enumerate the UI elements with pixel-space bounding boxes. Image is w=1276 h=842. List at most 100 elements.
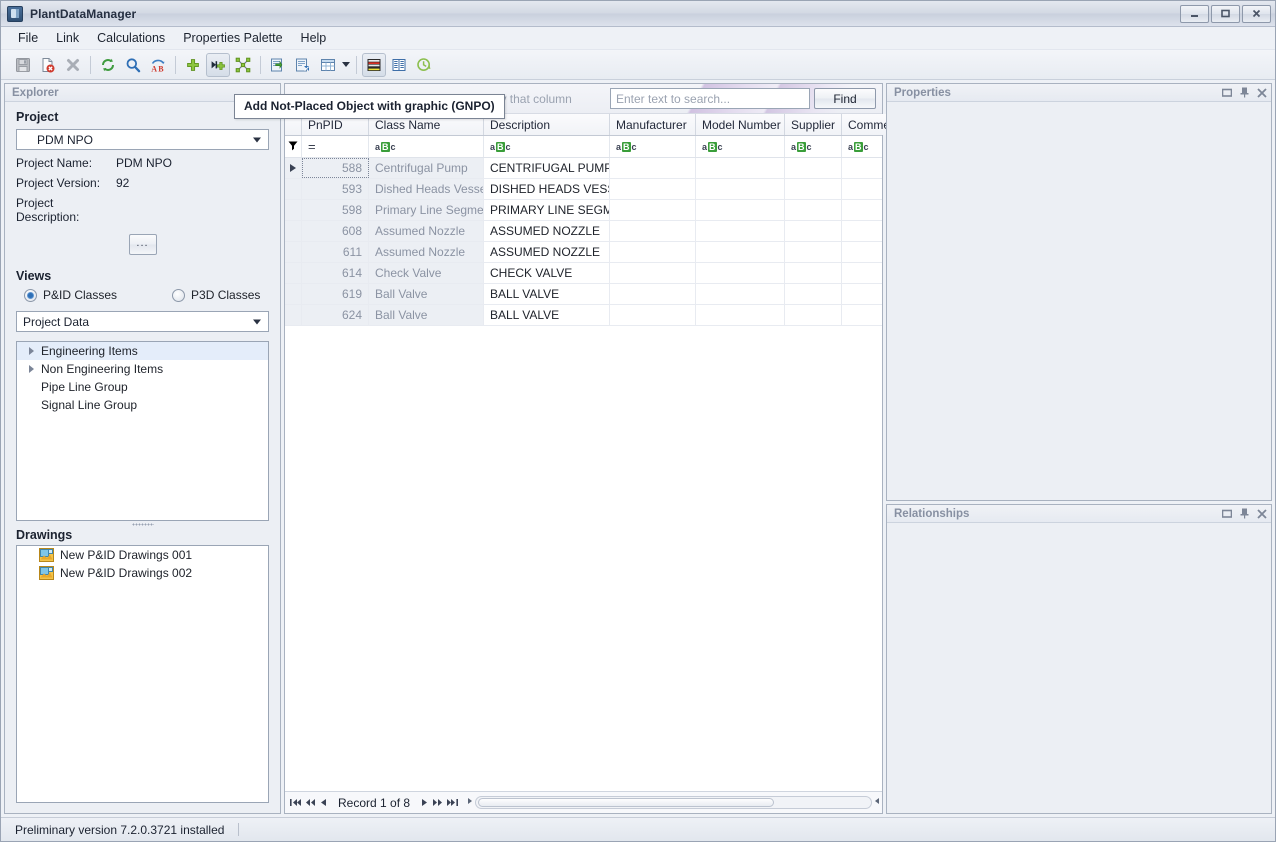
cell-class-name[interactable]: Primary Line Segment [369, 200, 484, 220]
row-indicator-cell[interactable] [285, 305, 302, 325]
table-row[interactable]: 624 Ball Valve BALL VALVE [285, 305, 882, 326]
tree-item-non-engineering-items[interactable]: Non Engineering Items [17, 360, 268, 378]
close-icon[interactable] [1257, 87, 1267, 98]
scroll-left-arrow-icon[interactable] [467, 797, 473, 808]
cell-pnpid[interactable]: 624 [302, 305, 369, 325]
cell-manufacturer[interactable] [610, 284, 696, 304]
filter-supplier[interactable]: aBc [785, 136, 842, 157]
filter-model-number[interactable]: aBc [696, 136, 785, 157]
column-header-manufacturer[interactable]: Manufacturer [610, 114, 696, 135]
cell-pnpid[interactable]: 598 [302, 200, 369, 220]
menu-properties-palette[interactable]: Properties Palette [174, 28, 291, 48]
add-not-placed-object-gnpo-icon[interactable] [206, 52, 230, 77]
cell-supplier[interactable] [785, 284, 842, 304]
import-icon[interactable] [291, 53, 315, 77]
tree-item-signal-line-group[interactable]: Signal Line Group [17, 396, 268, 414]
columns-icon[interactable] [387, 53, 411, 77]
refresh-icon[interactable] [96, 53, 120, 77]
cell-model-number[interactable] [696, 221, 785, 241]
cell-supplier[interactable] [785, 221, 842, 241]
cell-pnpid[interactable]: 588 [302, 158, 369, 178]
row-indicator-cell[interactable] [285, 221, 302, 241]
grid-body[interactable]: 588 Centrifugal Pump CENTRIFUGAL PUMP 593 Di… [285, 158, 882, 791]
filter-description[interactable]: aBc [484, 136, 610, 157]
save-icon[interactable] [11, 53, 35, 77]
column-header-model-number[interactable]: Model Number [696, 114, 785, 135]
restore-icon[interactable] [1222, 509, 1232, 518]
rename-ab-icon[interactable]: A B [146, 53, 170, 77]
cell-comment[interactable] [842, 221, 882, 241]
cell-model-number[interactable] [696, 242, 785, 262]
tree-item-pipe-line-group[interactable]: Pipe Line Group [17, 378, 268, 396]
splitter-handle[interactable] [16, 521, 269, 528]
link-scatter-icon[interactable] [231, 53, 255, 77]
cell-model-number[interactable] [696, 305, 785, 325]
cell-description[interactable]: ASSUMED NOZZLE [484, 242, 610, 262]
cell-description[interactable]: ASSUMED NOZZLE [484, 221, 610, 241]
expand-arrow-icon[interactable] [23, 347, 39, 355]
cell-class-name[interactable]: Ball Valve [369, 305, 484, 325]
cell-comment[interactable] [842, 263, 882, 283]
tree-item-engineering-items[interactable]: Engineering Items [17, 342, 268, 360]
cell-model-number[interactable] [696, 263, 785, 283]
nav-prev-page-button[interactable] [306, 798, 316, 807]
menu-link[interactable]: Link [47, 28, 88, 48]
scrollbar-track[interactable] [475, 796, 872, 809]
cell-comment[interactable] [842, 200, 882, 220]
delete-document-icon[interactable] [36, 53, 60, 77]
cell-class-name[interactable]: Assumed Nozzle [369, 221, 484, 241]
row-indicator-cell[interactable] [285, 158, 302, 178]
expand-arrow-icon[interactable] [23, 365, 39, 373]
cell-supplier[interactable] [785, 179, 842, 199]
cell-pnpid[interactable]: 619 [302, 284, 369, 304]
cell-model-number[interactable] [696, 158, 785, 178]
filter-manufacturer[interactable]: aBc [610, 136, 696, 157]
cell-manufacturer[interactable] [610, 158, 696, 178]
table-layout-icon[interactable] [316, 53, 340, 77]
table-row[interactable]: 619 Ball Valve BALL VALVE [285, 284, 882, 305]
nav-prev-button[interactable] [321, 798, 327, 807]
drawings-list[interactable]: New P&ID Drawings 001 New P&ID Drawings … [16, 545, 269, 803]
radio-pid-classes[interactable]: P&ID Classes [24, 288, 117, 302]
export-icon[interactable] [266, 53, 290, 77]
menu-calculations[interactable]: Calculations [88, 28, 174, 48]
chevron-down-icon[interactable] [341, 53, 351, 77]
table-row[interactable]: 608 Assumed Nozzle ASSUMED NOZZLE [285, 221, 882, 242]
close-x-icon[interactable] [61, 53, 85, 77]
table-row[interactable]: 588 Centrifugal Pump CENTRIFUGAL PUMP [285, 158, 882, 179]
cell-description[interactable]: CHECK VALVE [484, 263, 610, 283]
cell-class-name[interactable]: Ball Valve [369, 284, 484, 304]
cell-description[interactable]: DISHED HEADS VESSEL [484, 179, 610, 199]
table-row[interactable]: 598Primary Line SegmentPRIMARY LINE SEGM… [285, 200, 882, 221]
scroll-right-arrow-icon[interactable] [874, 797, 880, 808]
horizontal-scrollbar[interactable] [467, 795, 880, 810]
table-row[interactable]: 593Dished Heads VesselDISHED HEADS VESSE… [285, 179, 882, 200]
menu-help[interactable]: Help [292, 28, 336, 48]
cell-description[interactable]: BALL VALVE [484, 305, 610, 325]
cell-supplier[interactable] [785, 263, 842, 283]
maximize-button[interactable] [1211, 4, 1240, 23]
project-browse-button[interactable]: ... [128, 234, 157, 255]
cell-pnpid[interactable]: 611 [302, 242, 369, 262]
row-indicator-cell[interactable] [285, 200, 302, 220]
close-icon[interactable] [1257, 508, 1267, 519]
minimize-button[interactable] [1180, 4, 1209, 23]
list-item[interactable]: New P&ID Drawings 001 [17, 546, 268, 564]
cell-pnpid[interactable]: 593 [302, 179, 369, 199]
radio-p3d-classes[interactable]: P3D Classes [172, 288, 260, 302]
pin-icon[interactable] [1240, 87, 1249, 98]
find-button[interactable]: Find [814, 88, 876, 109]
project-tree[interactable]: Engineering Items Non Engineering Items … [16, 341, 269, 521]
cell-supplier[interactable] [785, 200, 842, 220]
cell-model-number[interactable] [696, 200, 785, 220]
row-indicator-cell[interactable] [285, 242, 302, 262]
search-icon[interactable] [121, 53, 145, 77]
pin-icon[interactable] [1240, 508, 1249, 519]
cell-supplier[interactable] [785, 242, 842, 262]
row-indicator-cell[interactable] [285, 284, 302, 304]
menu-file[interactable]: File [9, 28, 47, 48]
cell-model-number[interactable] [696, 284, 785, 304]
cell-comment[interactable] [842, 179, 882, 199]
scrollbar-thumb[interactable] [478, 798, 775, 807]
cell-manufacturer[interactable] [610, 179, 696, 199]
